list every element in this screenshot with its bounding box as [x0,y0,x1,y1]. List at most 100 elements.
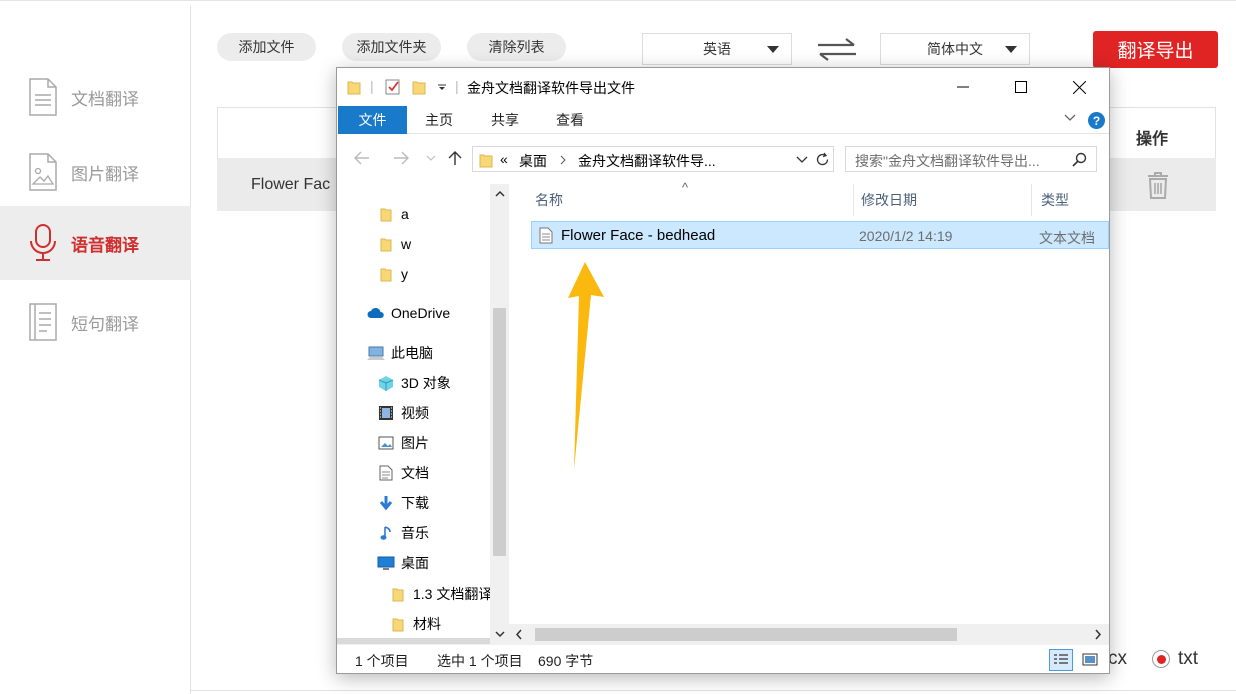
sidebar-item-label: 图片翻译 [71,164,139,184]
tree-item-label: 视频 [401,405,429,421]
sidebar-item-sentence-translate[interactable]: 短句翻译 [0,285,191,359]
tree-item-label: 此电脑 [391,345,433,361]
new-folder-icon[interactable] [412,79,426,95]
tree-item[interactable]: 此电脑 [337,338,490,368]
tree-item-label: 桌面 [401,555,429,571]
window-title: 金舟文档翻译软件导出文件 [467,80,635,96]
tree-item[interactable]: 桌面 [337,548,490,578]
tree-item-label: 图片 [401,435,429,451]
list-item[interactable]: Flower Face - bedhead 2020/1/2 14:19 文本文… [531,221,1109,249]
add-file-button[interactable]: 添加文件 [217,33,316,61]
chevron-down-icon [426,155,436,161]
sidebar-item-label: 文档翻译 [71,89,139,109]
expand-ribbon-icon[interactable] [1064,114,1076,122]
tree-item[interactable]: 材料 [337,609,490,639]
properties-icon[interactable] [385,79,401,95]
tree-item[interactable]: 视频 [337,398,490,428]
sidebar-item-document-translate[interactable]: 文档翻译 [0,60,191,134]
search-icon[interactable] [1072,152,1087,167]
navigation-tree: a w y OneDrive 此电脑 3D 对象视频图片文档 下载 音乐桌面 1.3 文档翻译材… [337,184,509,644]
scrollbar-thumb[interactable] [493,308,506,556]
navigation-bar: « 桌面 金舟文档翻译软件导... 搜索"金舟文档翻译软件导出... [337,134,1109,184]
forward-button[interactable] [389,146,413,170]
chevron-down-icon[interactable] [796,156,808,164]
tab-share[interactable]: 共享 [475,106,535,134]
address-segment-folder[interactable]: 金舟文档翻译软件导... [578,151,716,171]
help-icon[interactable]: ? [1088,112,1105,129]
translate-export-button[interactable]: 翻译导出 [1093,31,1218,68]
file-type: 文本文档 [1039,230,1095,246]
column-separator[interactable] [853,184,854,216]
music-icon [377,524,395,542]
swap-languages-icon[interactable] [816,37,858,61]
recent-locations-button[interactable] [419,146,443,170]
tree-item[interactable]: OneDrive [337,298,490,328]
tree-item[interactable]: 图片 [337,428,490,458]
clear-list-button[interactable]: 清除列表 [467,33,566,61]
column-header-modified[interactable]: 修改日期 [861,184,1021,216]
tree-item-label: 1.3 文档翻译 [413,586,490,602]
separator: | [455,78,459,94]
file-name: Flower Face - bedhead [561,227,716,244]
tree-item[interactable]: 3D 对象 [337,368,490,398]
scrollbar-thumb[interactable] [535,628,957,641]
title-bar[interactable]: | | 金舟文档翻译软件导出文件 [337,68,1109,106]
scroll-right-icon[interactable] [1094,629,1102,640]
scroll-down-icon[interactable] [494,628,506,640]
chevron-right-icon [560,155,566,165]
ribbon: 文件 主页 共享 查看 ? [337,106,1109,134]
tree-item[interactable]: a [337,199,490,229]
table-header-operation: 操作 [1136,131,1169,148]
sidebar-item-voice-translate[interactable]: 语音翻译 [0,206,191,280]
arrow-up-icon [448,151,462,165]
maximize-button[interactable] [992,68,1050,106]
status-selection: 选中 1 个项目 [437,653,523,669]
details-view-button[interactable] [1049,649,1073,671]
caret-down-icon [767,46,779,53]
folder-icon [389,615,407,633]
tree-item-label: w [401,236,412,252]
trash-icon[interactable] [1146,171,1170,199]
source-language-select[interactable]: 英语 [642,33,792,65]
desktop-icon [377,554,395,572]
close-button[interactable] [1050,68,1108,106]
tree-item[interactable]: w [337,229,490,259]
image-icon [27,152,59,192]
add-folder-button[interactable]: 添加文件夹 [342,33,441,61]
search-placeholder: 搜索"金舟文档翻译软件导出... [855,153,1040,169]
large-icons-view-button[interactable] [1078,649,1102,671]
tree-item[interactable]: 1.3 文档翻译 [337,579,490,609]
status-bar: 1 个项目 选中 1 个项目 690 字节 [337,644,1109,673]
target-language-select[interactable]: 简体中文 [880,33,1030,65]
radio-selected-icon [1152,650,1170,668]
refresh-icon[interactable] [815,152,830,167]
address-overflow[interactable]: « [500,151,508,167]
up-button[interactable] [443,146,467,170]
back-button[interactable] [350,146,374,170]
target-language-value: 简体中文 [927,41,983,57]
column-header-name[interactable]: 名称 [535,184,825,216]
tree-item[interactable]: 下载 [337,488,490,518]
tree-item[interactable]: 音乐 [337,518,490,548]
tree-item[interactable]: y [337,259,490,289]
customize-quick-access-icon[interactable] [437,84,447,92]
tree-item[interactable]: 文档 [337,458,490,488]
tab-view[interactable]: 查看 [540,106,600,134]
format-txt-option[interactable]: txt [1152,648,1198,670]
search-input[interactable]: 搜索"金舟文档翻译软件导出... [845,146,1097,172]
scroll-left-icon[interactable] [515,629,523,640]
scroll-up-icon[interactable] [494,188,506,200]
arrow-right-icon [394,151,409,165]
minimize-button[interactable] [934,68,992,106]
column-separator[interactable] [1031,184,1032,216]
sidebar-item-image-translate[interactable]: 图片翻译 [0,135,191,209]
address-bar[interactable]: « 桌面 金舟文档翻译软件导... [472,146,834,172]
cube-icon [377,374,395,392]
address-segment-desktop[interactable]: 桌面 [519,151,547,171]
column-header-type[interactable]: 类型 [1041,184,1109,216]
tree-scrollbar[interactable] [490,184,509,644]
arrow-left-icon [354,151,369,165]
tab-home[interactable]: 主页 [409,106,469,134]
tab-file[interactable]: 文件 [338,106,407,134]
list-horizontal-scrollbar[interactable] [509,624,1109,644]
